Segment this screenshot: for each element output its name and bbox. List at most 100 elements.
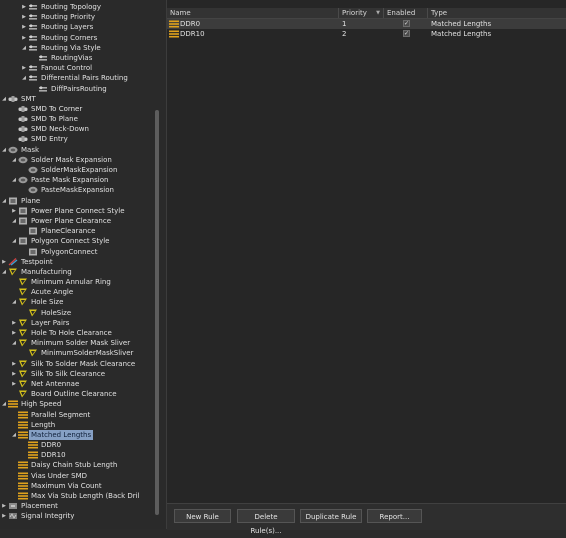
expand-arrow-icon[interactable]: ▶: [11, 369, 17, 379]
tree-item[interactable]: PlaneClearance: [0, 226, 158, 236]
expand-arrow-icon[interactable]: ▶: [11, 359, 17, 369]
smt-icon: [8, 95, 18, 103]
tree-item[interactable]: ◢ Power Plane Clearance: [0, 216, 158, 226]
expand-arrow-icon[interactable]: ▶: [21, 2, 27, 12]
tree-item[interactable]: Parallel Segment: [0, 410, 158, 420]
tree-item[interactable]: Length: [0, 420, 158, 430]
expand-arrow-icon[interactable]: ▶: [11, 379, 17, 389]
duplicate-rule-button[interactable]: Duplicate Rule: [300, 509, 362, 523]
expand-arrow-icon[interactable]: ▶: [11, 328, 17, 338]
tree-item[interactable]: DiffPairsRouting: [0, 84, 158, 94]
tree-item[interactable]: ◢ High Speed: [0, 399, 158, 409]
tree-item[interactable]: ▶ Routing Priority: [0, 12, 158, 22]
new-rule-button[interactable]: New Rule: [174, 509, 231, 523]
tree-item[interactable]: ◢ Minimum Solder Mask Sliver: [0, 338, 158, 348]
testpoint-icon: [8, 257, 18, 266]
tree-item[interactable]: ◢ Polygon Connect Style: [0, 236, 158, 246]
collapse-arrow-icon[interactable]: ◢: [11, 155, 17, 165]
tree-item[interactable]: ◢ Plane: [0, 196, 158, 206]
tree-item[interactable]: ▶ Layer Pairs: [0, 318, 158, 328]
tree-item[interactable]: ▶ Routing Corners: [0, 33, 158, 43]
collapse-arrow-icon[interactable]: ◢: [1, 267, 7, 277]
rule-row[interactable]: DDR0 1 ✓ Matched Lengths: [167, 19, 566, 29]
enabled-checkbox[interactable]: ✓: [403, 20, 410, 27]
expand-arrow-icon[interactable]: ▶: [21, 12, 27, 22]
tree-item[interactable]: ▶ Testpoint: [0, 257, 158, 267]
rule-name: DDR0: [180, 20, 201, 28]
tree-item[interactable]: Maximum Via Count: [0, 481, 158, 491]
tree-item[interactable]: Vias Under SMD: [0, 471, 158, 481]
tree-item[interactable]: SolderMaskExpansion: [0, 165, 158, 175]
column-header-type[interactable]: Type: [428, 8, 566, 18]
tree-item[interactable]: ◢ Hole Size: [0, 297, 158, 307]
tree-item[interactable]: PasteMaskExpansion: [0, 185, 158, 195]
tree-item[interactable]: ▶ Fanout Control: [0, 63, 158, 73]
expand-arrow-icon[interactable]: ▶: [21, 63, 27, 73]
collapse-arrow-icon[interactable]: ◢: [11, 175, 17, 185]
collapse-arrow-icon[interactable]: ◢: [1, 399, 7, 409]
tree-item[interactable]: ▶ Silk To Silk Clearance: [0, 369, 158, 379]
collapse-arrow-icon[interactable]: ◢: [1, 94, 7, 104]
expand-arrow-icon[interactable]: ▶: [11, 206, 17, 216]
tree-item[interactable]: RoutingVias: [0, 53, 158, 63]
tree-item-label: SMD Neck-Down: [31, 125, 89, 134]
tree-item[interactable]: ◢ Routing Via Style: [0, 43, 158, 53]
expand-arrow-icon[interactable]: ▶: [21, 22, 27, 32]
tree-item[interactable]: Daisy Chain Stub Length: [0, 460, 158, 470]
collapse-arrow-icon[interactable]: ◢: [11, 297, 17, 307]
expand-arrow-icon[interactable]: ▶: [1, 511, 7, 521]
tree-item[interactable]: ▶ Silk To Solder Mask Clearance: [0, 359, 158, 369]
tree-scrollbar[interactable]: [155, 110, 159, 515]
tree-item-label: Testpoint: [21, 257, 53, 266]
delete-rule-button[interactable]: Delete Rule(s)...: [237, 509, 295, 535]
tree-item[interactable]: ▶ Routing Layers: [0, 22, 158, 32]
tree-item[interactable]: Board Outline Clearance: [0, 389, 158, 399]
rule-row[interactable]: DDR10 2 ✓ Matched Lengths: [167, 29, 566, 39]
collapse-arrow-icon[interactable]: ◢: [21, 43, 27, 53]
tree-item-label: Parallel Segment: [31, 410, 91, 419]
expand-arrow-icon[interactable]: ▶: [1, 257, 7, 267]
column-header-enabled[interactable]: Enabled: [384, 8, 428, 18]
tree-item[interactable]: Acute Angle: [0, 287, 158, 297]
tree-item[interactable]: HoleSize: [0, 308, 158, 318]
tree-item[interactable]: ◢ Paste Mask Expansion: [0, 175, 158, 185]
collapse-arrow-icon[interactable]: ◢: [11, 430, 17, 440]
expand-arrow-icon[interactable]: ▶: [1, 501, 7, 511]
collapse-arrow-icon[interactable]: ◢: [1, 145, 7, 155]
tree-item[interactable]: ◢ SMT: [0, 94, 158, 104]
expand-arrow-icon[interactable]: ▶: [21, 33, 27, 43]
tree-item[interactable]: ◢ Matched Lengths: [0, 429, 158, 441]
tree-item[interactable]: ▶ Routing Topology: [0, 2, 158, 12]
tree-item[interactable]: SMD Neck-Down: [0, 124, 158, 134]
tree-item-label: SMD To Corner: [31, 104, 83, 113]
report-button[interactable]: Report...: [367, 509, 422, 523]
expand-arrow-icon[interactable]: ▶: [11, 318, 17, 328]
tree-item[interactable]: SMD To Corner: [0, 104, 158, 114]
enabled-checkbox[interactable]: ✓: [403, 30, 410, 37]
tree-item[interactable]: PolygonConnect: [0, 247, 158, 257]
tree-item[interactable]: Max Via Stub Length (Back Dril: [0, 491, 158, 501]
tree-item[interactable]: ◢ Solder Mask Expansion: [0, 155, 158, 165]
column-header-priority[interactable]: Priority ▼: [339, 8, 384, 18]
collapse-arrow-icon[interactable]: ◢: [11, 236, 17, 246]
column-header-name[interactable]: Name: [167, 8, 339, 18]
tree-item[interactable]: SMD Entry: [0, 134, 158, 144]
tree-item[interactable]: ▶ Signal Integrity: [0, 511, 158, 521]
tree-item[interactable]: MinimumSolderMaskSliver: [0, 348, 158, 358]
tree-item[interactable]: ◢ Mask: [0, 145, 158, 155]
collapse-arrow-icon[interactable]: ◢: [11, 338, 17, 348]
collapse-arrow-icon[interactable]: ◢: [1, 196, 7, 206]
collapse-arrow-icon[interactable]: ◢: [11, 216, 17, 226]
tree-item[interactable]: SMD To Plane: [0, 114, 158, 124]
tree-item[interactable]: ◢ Manufacturing: [0, 267, 158, 277]
tree-item[interactable]: Minimum Annular Ring: [0, 277, 158, 287]
tree-item-label: DiffPairsRouting: [51, 84, 107, 93]
tree-item[interactable]: ◢ Differential Pairs Routing: [0, 73, 158, 83]
tree-item[interactable]: ▶ Net Antennae: [0, 379, 158, 389]
tree-item[interactable]: DDR10: [0, 450, 158, 460]
tree-item[interactable]: ▶ Power Plane Connect Style: [0, 206, 158, 216]
tree-item[interactable]: ▶ Hole To Hole Clearance: [0, 328, 158, 338]
collapse-arrow-icon[interactable]: ◢: [21, 73, 27, 83]
tree-item[interactable]: ▶ Placement: [0, 501, 158, 511]
tree-item[interactable]: DDR0: [0, 440, 158, 450]
